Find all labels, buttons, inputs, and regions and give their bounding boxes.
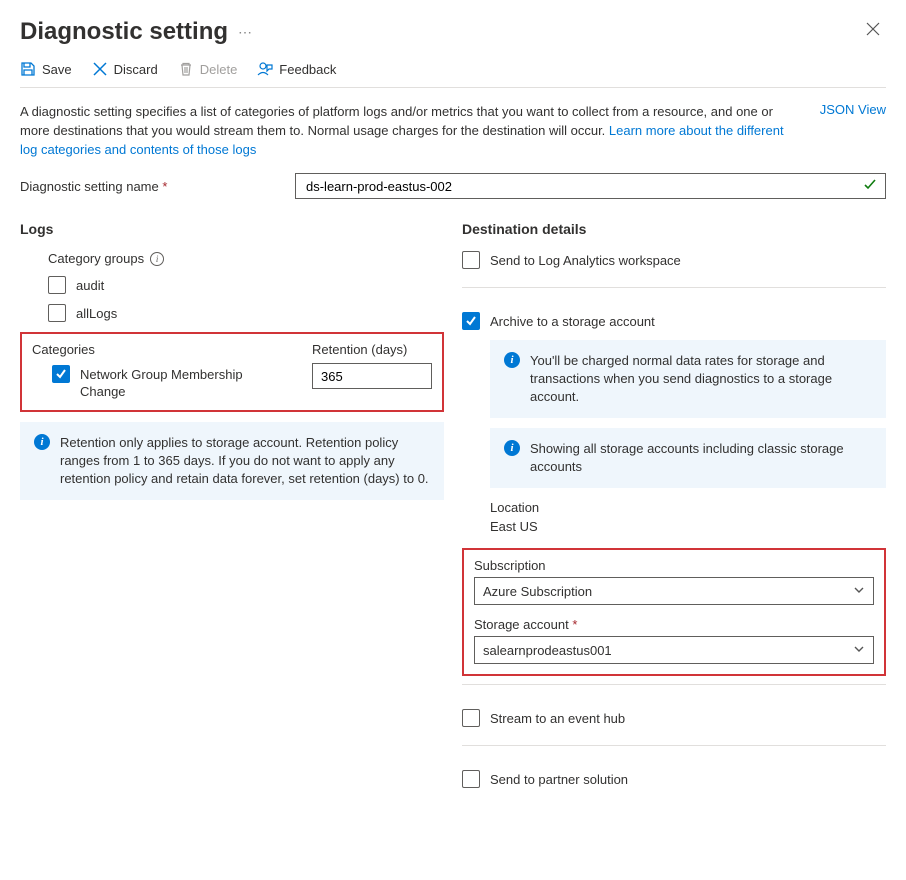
location-value: East US	[490, 519, 886, 534]
categories-highlight: Categories Network Group Membership Chan…	[20, 332, 444, 412]
valid-check-icon	[863, 178, 877, 195]
retention-note-box: i Retention only applies to storage acco…	[20, 422, 444, 500]
storage-account-label: Storage account *	[474, 617, 874, 632]
setting-name-field[interactable]	[295, 173, 886, 199]
checkbox-partner[interactable]	[462, 770, 480, 788]
info-icon: i	[34, 434, 50, 450]
eventhub-label: Stream to an event hub	[490, 709, 625, 727]
delete-button: Delete	[178, 61, 238, 77]
subscription-label: Subscription	[474, 558, 874, 573]
save-button[interactable]: Save	[20, 61, 72, 77]
feedback-button[interactable]: Feedback	[257, 61, 336, 77]
setting-name-label: Diagnostic setting name *	[20, 179, 285, 194]
retention-label: Retention (days)	[312, 342, 432, 357]
subscription-select[interactable]: Azure Subscription	[474, 577, 874, 605]
alllogs-label: allLogs	[76, 304, 117, 322]
info-icon: i	[504, 352, 520, 368]
close-icon	[866, 22, 880, 36]
retention-input[interactable]	[312, 363, 432, 389]
checkbox-alllogs[interactable]	[48, 304, 66, 322]
description-text: A diagnostic setting specifies a list of…	[20, 102, 800, 159]
chevron-down-icon	[853, 643, 865, 658]
categories-label: Categories	[32, 342, 302, 357]
network-group-label: Network Group Membership Change	[80, 365, 260, 400]
close-button[interactable]	[860, 16, 886, 47]
storage-note-1: i You'll be charged normal data rates fo…	[490, 340, 886, 418]
info-icon: i	[504, 440, 520, 456]
location-label: Location	[490, 500, 886, 515]
more-icon[interactable]: ⋯	[238, 25, 253, 39]
checkbox-law[interactable]	[462, 251, 480, 269]
setting-name-input[interactable]	[304, 178, 855, 195]
discard-button[interactable]: Discard	[92, 61, 158, 77]
law-label: Send to Log Analytics workspace	[490, 251, 681, 269]
checkbox-storage[interactable]	[462, 312, 480, 330]
discard-icon	[92, 61, 108, 77]
storage-account-select[interactable]: salearnprodeastus001	[474, 636, 874, 664]
destination-heading: Destination details	[462, 221, 886, 237]
logs-heading: Logs	[20, 221, 444, 237]
info-icon[interactable]: i	[150, 252, 164, 266]
page-title: Diagnostic setting	[20, 18, 228, 46]
delete-icon	[178, 61, 194, 77]
save-icon	[20, 61, 36, 77]
storage-fields-highlight: Subscription Azure Subscription Storage …	[462, 548, 886, 676]
checkbox-audit[interactable]	[48, 276, 66, 294]
chevron-down-icon	[853, 584, 865, 599]
checkbox-network-group[interactable]	[52, 365, 70, 383]
audit-label: audit	[76, 276, 104, 294]
checkbox-eventhub[interactable]	[462, 709, 480, 727]
partner-label: Send to partner solution	[490, 770, 628, 788]
json-view-link[interactable]: JSON View	[820, 102, 886, 117]
storage-label: Archive to a storage account	[490, 312, 655, 330]
category-groups-label: Category groups i	[48, 251, 444, 266]
feedback-icon	[257, 61, 273, 77]
storage-note-2: i Showing all storage accounts including…	[490, 428, 886, 488]
